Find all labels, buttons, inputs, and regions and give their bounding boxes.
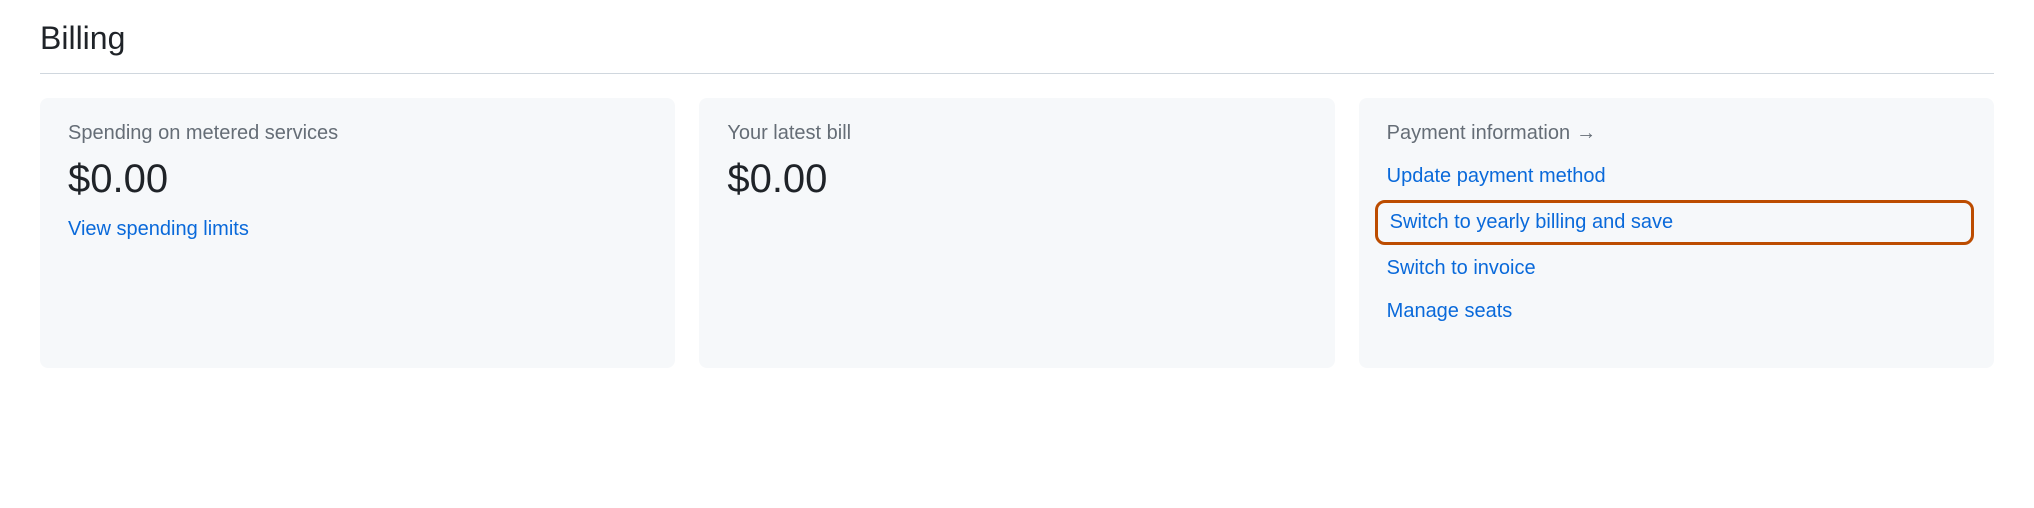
payment-info-title[interactable]: Payment information →: [1387, 122, 1966, 145]
latest-bill-title: Your latest bill: [727, 122, 1306, 145]
title-divider: [40, 73, 1994, 74]
spending-card: Spending on metered services $0.00 View …: [40, 98, 675, 368]
page-title: Billing: [40, 20, 1994, 57]
update-payment-method-link[interactable]: Update payment method: [1387, 157, 1966, 196]
switch-yearly-billing-link[interactable]: Switch to yearly billing and save: [1375, 200, 1974, 245]
spending-card-title: Spending on metered services: [68, 122, 647, 145]
payment-info-title-text: Payment information: [1387, 122, 1570, 145]
latest-bill-card: Your latest bill $0.00: [699, 98, 1334, 368]
payment-info-card: Payment information → Update payment met…: [1359, 98, 1994, 368]
manage-seats-link[interactable]: Manage seats: [1387, 292, 1966, 331]
latest-bill-amount: $0.00: [727, 157, 1306, 202]
payment-links-list: Update payment method Switch to yearly b…: [1387, 157, 1966, 331]
switch-to-invoice-link[interactable]: Switch to invoice: [1387, 249, 1966, 288]
spending-amount: $0.00: [68, 157, 647, 202]
view-spending-limits-link[interactable]: View spending limits: [68, 218, 647, 241]
billing-cards-row: Spending on metered services $0.00 View …: [40, 98, 1994, 368]
arrow-right-icon: →: [1576, 122, 1596, 145]
